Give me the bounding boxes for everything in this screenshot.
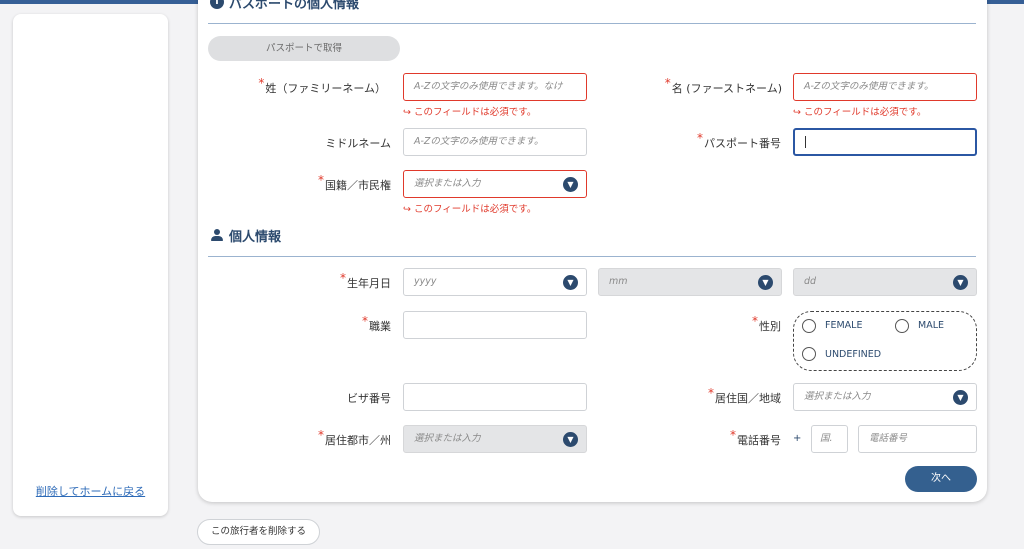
nationality-select[interactable]: 選択または入力 ▼ bbox=[403, 170, 587, 198]
chevron-down-icon: ▼ bbox=[563, 432, 578, 447]
section-divider bbox=[208, 256, 976, 257]
personal-section-title: 個人情報 bbox=[229, 230, 282, 245]
gender-female-label: FEMALE bbox=[825, 320, 863, 331]
residence-country-label: *居住国／地域 bbox=[708, 386, 781, 405]
first-name-label: *名 (ファーストネーム) bbox=[664, 76, 782, 95]
gender-undefined-label: UNDEFINED bbox=[825, 349, 882, 360]
first-name-error: ↪ このフィールドは必須です。 bbox=[793, 107, 927, 118]
phone-number-input[interactable]: 電話番号 bbox=[858, 425, 977, 453]
visa-number-input[interactable] bbox=[403, 383, 587, 411]
residence-country-select[interactable]: 選択または入力 ▼ bbox=[793, 383, 977, 411]
birth-date-label: *生年月日 bbox=[340, 271, 391, 290]
last-name-label: *姓（ファミリーネーム） bbox=[258, 76, 386, 95]
birth-day-select[interactable]: dd ▼ bbox=[793, 268, 977, 296]
chevron-down-icon: ▼ bbox=[563, 177, 578, 192]
chevron-down-icon: ▼ bbox=[953, 275, 968, 290]
back-home-link[interactable]: 削除してホームに戻る bbox=[13, 483, 168, 499]
nationality-error: ↪ このフィールドは必須です。 bbox=[403, 204, 537, 215]
phone-country-code-input[interactable]: 国. bbox=[811, 425, 848, 453]
birth-year-select[interactable]: yyyy ▼ bbox=[403, 268, 587, 296]
gender-undefined-radio[interactable] bbox=[802, 347, 816, 361]
passport-number-label: *パスポート番号 bbox=[697, 131, 781, 150]
gender-label: *性別 bbox=[752, 314, 781, 333]
middle-name-input[interactable]: A-Zの文字のみ使用できます。 bbox=[403, 128, 587, 156]
first-name-input[interactable]: A-Zの文字のみ使用できます。 bbox=[793, 73, 977, 101]
passport-section-title: パスポートの個人情報 bbox=[229, 0, 360, 12]
text-caret bbox=[805, 136, 806, 148]
phone-label: *電話番号 bbox=[730, 428, 781, 447]
chevron-down-icon: ▼ bbox=[953, 390, 968, 405]
birth-month-select[interactable]: mm ▼ bbox=[598, 268, 782, 296]
residence-city-select[interactable]: 選択または入力 ▼ bbox=[403, 425, 587, 453]
last-name-error: ↪ このフィールドは必須です。 bbox=[403, 107, 537, 118]
passport-number-input[interactable] bbox=[793, 128, 977, 156]
delete-traveler-button[interactable]: この旅行者を削除する bbox=[197, 519, 320, 545]
gender-radio-group bbox=[793, 311, 977, 371]
chevron-down-icon: ▼ bbox=[758, 275, 773, 290]
gender-female-radio[interactable] bbox=[802, 319, 816, 333]
visa-number-label: ビザ番号 bbox=[347, 392, 391, 405]
nationality-label: *国籍／市民権 bbox=[318, 173, 391, 192]
occupation-input[interactable] bbox=[403, 311, 587, 339]
residence-city-label: *居住都市／州 bbox=[318, 428, 391, 447]
next-button[interactable]: 次へ bbox=[905, 466, 977, 492]
chevron-down-icon: ▼ bbox=[563, 275, 578, 290]
gender-male-radio[interactable] bbox=[895, 319, 909, 333]
section-divider bbox=[208, 23, 976, 24]
middle-name-label: ミドルネーム bbox=[325, 137, 391, 150]
last-name-input[interactable]: A-Zの文字のみ使用できます。なけ bbox=[403, 73, 587, 101]
gender-male-label: MALE bbox=[918, 320, 944, 331]
person-icon bbox=[210, 229, 224, 241]
sidebar: 削除してホームに戻る bbox=[13, 14, 168, 516]
fetch-from-passport-button[interactable]: パスポートで取得 bbox=[208, 36, 400, 61]
phone-plus-sign: + bbox=[793, 433, 802, 444]
occupation-label: *職業 bbox=[362, 314, 391, 333]
